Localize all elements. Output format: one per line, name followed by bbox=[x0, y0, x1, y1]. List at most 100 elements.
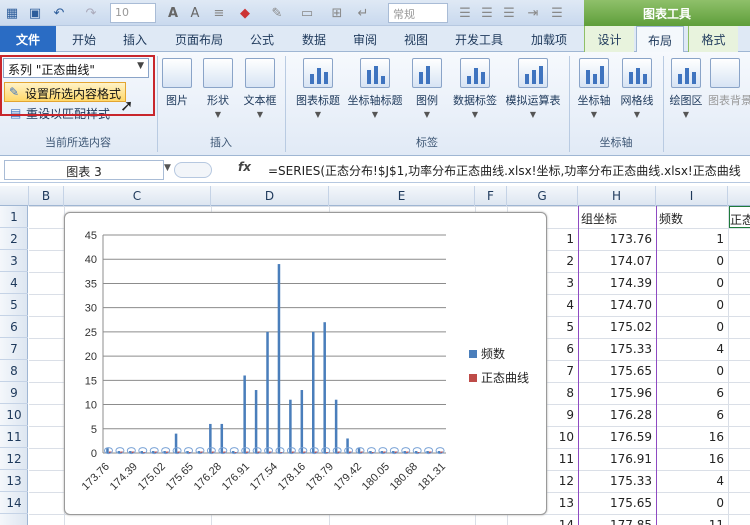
row-header[interactable]: 14 bbox=[0, 492, 28, 514]
cell-group-coordinate[interactable]: 175.65 bbox=[579, 492, 656, 514]
border-icon[interactable]: ▭ bbox=[298, 3, 316, 23]
tab-file[interactable]: 文件 bbox=[0, 26, 56, 52]
row-header[interactable]: 5 bbox=[0, 294, 28, 316]
insert-function-icon[interactable]: fx bbox=[238, 160, 258, 180]
cell-frequency[interactable]: 6 bbox=[657, 404, 728, 426]
tab-layout[interactable]: 布局 bbox=[636, 26, 684, 53]
cell-group-coordinate[interactable]: 173.76 bbox=[579, 228, 656, 250]
column-header[interactable]: D bbox=[211, 186, 329, 206]
cell-frequency[interactable]: 4 bbox=[657, 338, 728, 360]
cell-group-coordinate[interactable]: 175.96 bbox=[579, 382, 656, 404]
tab-home[interactable]: 开始 bbox=[58, 26, 110, 52]
tab-addins[interactable]: 加载项 bbox=[518, 26, 580, 52]
axes-button[interactable]: 坐标轴 ▼ bbox=[574, 58, 614, 132]
row-header[interactable]: 9 bbox=[0, 382, 28, 404]
align-left-icon[interactable]: ☰ bbox=[456, 3, 474, 23]
format-painter-icon[interactable]: ✎ bbox=[268, 3, 286, 23]
align-center-icon[interactable]: ☰ bbox=[478, 3, 496, 23]
textbox-button[interactable]: 文本框 ▼ bbox=[240, 58, 280, 132]
row-header[interactable]: 2 bbox=[0, 228, 28, 250]
cell-frequency[interactable]: 16 bbox=[657, 426, 728, 448]
axis-title-button[interactable]: 坐标轴标题 ▼ bbox=[344, 58, 406, 132]
legend-button[interactable]: 图例 ▼ bbox=[410, 58, 444, 132]
row-header[interactable]: 10 bbox=[0, 404, 28, 426]
cell-h1[interactable]: 组坐标 bbox=[581, 206, 653, 228]
cell-group-coordinate[interactable]: 177.85 bbox=[579, 514, 656, 525]
column-header[interactable]: F bbox=[475, 186, 507, 206]
excel-icon[interactable]: ▦ bbox=[4, 3, 20, 23]
cell-i1[interactable]: 频数 bbox=[659, 206, 725, 228]
row-header[interactable]: 6 bbox=[0, 316, 28, 338]
indent-icon[interactable]: ⇥ bbox=[524, 3, 542, 23]
row-header[interactable]: 4 bbox=[0, 272, 28, 294]
tab-insert[interactable]: 插入 bbox=[112, 26, 158, 52]
plot-area-button[interactable]: 绘图区 ▼ bbox=[666, 58, 706, 132]
cell-group-coordinate[interactable]: 176.91 bbox=[579, 448, 656, 470]
row-header[interactable]: 13 bbox=[0, 470, 28, 492]
save-icon[interactable]: ▣ bbox=[26, 3, 44, 23]
name-box[interactable]: 图表 3 bbox=[4, 160, 164, 180]
cell-frequency[interactable]: 0 bbox=[657, 272, 728, 294]
chart-wall-button[interactable]: 图表背景墙 bbox=[708, 58, 750, 132]
tab-design[interactable]: 设计 bbox=[584, 26, 634, 52]
gridlines-button[interactable]: 网格线 ▼ bbox=[616, 58, 658, 132]
row-header[interactable]: 11 bbox=[0, 426, 28, 448]
formula-bar-resizer[interactable] bbox=[174, 162, 212, 178]
tab-page-layout[interactable]: 页面布局 bbox=[162, 26, 236, 52]
name-box-dropdown-icon[interactable]: ▼ bbox=[164, 163, 171, 173]
undo-icon[interactable]: ↶ bbox=[48, 3, 70, 23]
tab-review[interactable]: 审阅 bbox=[342, 26, 388, 52]
cell-group-coordinate[interactable]: 175.33 bbox=[579, 470, 656, 492]
cell-frequency[interactable]: 1 bbox=[657, 228, 728, 250]
shape-button[interactable]: 形状 ▼ bbox=[200, 58, 236, 132]
decrease-font-icon[interactable]: A bbox=[186, 3, 204, 23]
legend-entry-normal-curve[interactable]: 正态曲线 bbox=[469, 369, 529, 386]
cell-frequency[interactable]: 0 bbox=[657, 316, 728, 338]
cell-group-coordinate[interactable]: 174.07 bbox=[579, 250, 656, 272]
align-right-icon[interactable]: ☰ bbox=[500, 3, 518, 23]
cell-group-coordinate[interactable]: 174.39 bbox=[579, 272, 656, 294]
justify-icon[interactable]: ☰ bbox=[548, 3, 566, 23]
select-all-corner[interactable] bbox=[0, 186, 29, 206]
merge-icon[interactable]: ⊞ bbox=[328, 3, 346, 23]
tab-developer[interactable]: 开发工具 bbox=[444, 26, 514, 52]
tab-view[interactable]: 视图 bbox=[392, 26, 440, 52]
cell-group-coordinate[interactable]: 176.28 bbox=[579, 404, 656, 426]
redo-icon[interactable]: ↷ bbox=[80, 3, 102, 23]
cell-frequency[interactable]: 0 bbox=[657, 250, 728, 272]
tab-format[interactable]: 格式 bbox=[688, 26, 738, 52]
cell-frequency[interactable]: 4 bbox=[657, 470, 728, 492]
formula-input[interactable]: =SERIES(正态分布!$J$1,功率分布正态曲线.xlsx!坐标,功率分布正… bbox=[268, 160, 750, 180]
number-format-box[interactable]: 常规 bbox=[388, 3, 448, 23]
increase-font-icon[interactable]: A bbox=[164, 3, 182, 23]
tab-formulas[interactable]: 公式 bbox=[240, 26, 284, 52]
cell-frequency[interactable]: 0 bbox=[657, 492, 728, 514]
cell-frequency[interactable]: 16 bbox=[657, 448, 728, 470]
picture-button[interactable]: 图片 bbox=[160, 58, 194, 132]
column-header[interactable]: G bbox=[507, 186, 578, 206]
column-header[interactable]: I bbox=[656, 186, 728, 206]
align-icon[interactable]: ≡ bbox=[210, 3, 228, 23]
column-header[interactable]: B bbox=[29, 186, 64, 206]
cell-frequency[interactable]: 6 bbox=[657, 382, 728, 404]
tab-data[interactable]: 数据 bbox=[288, 26, 340, 52]
legend-entry-frequency[interactable]: 频数 bbox=[469, 345, 505, 362]
cell-group-coordinate[interactable]: 175.02 bbox=[579, 316, 656, 338]
cell-group-coordinate[interactable]: 174.70 bbox=[579, 294, 656, 316]
wrap-icon[interactable]: ↵ bbox=[354, 3, 372, 23]
cell-group-coordinate[interactable]: 175.65 bbox=[579, 360, 656, 382]
cell-frequency[interactable]: 11 bbox=[657, 514, 728, 525]
cell-group-coordinate[interactable]: 175.33 bbox=[579, 338, 656, 360]
cell-frequency[interactable]: 0 bbox=[657, 294, 728, 316]
chart-title-button[interactable]: 图表标题 ▼ bbox=[290, 58, 346, 132]
data-table-button[interactable]: 模拟运算表 ▼ bbox=[502, 58, 564, 132]
column-header[interactable]: H bbox=[578, 186, 656, 206]
row-header[interactable]: 3 bbox=[0, 250, 28, 272]
column-header[interactable]: C bbox=[64, 186, 211, 206]
row-header[interactable]: 12 bbox=[0, 448, 28, 470]
fill-color-icon[interactable]: ◆ bbox=[236, 3, 254, 23]
chart-object[interactable]: 0 5 10 15 20 25 30 35 40 45 173.76 174.39 175.02 175.… bbox=[64, 212, 547, 515]
row-header[interactable]: 1 bbox=[0, 206, 28, 228]
column-header[interactable]: E bbox=[329, 186, 475, 206]
chart-plot[interactable]: 0 5 10 15 20 25 30 35 40 45 173.76174.39175.02175.… bbox=[65, 213, 548, 516]
